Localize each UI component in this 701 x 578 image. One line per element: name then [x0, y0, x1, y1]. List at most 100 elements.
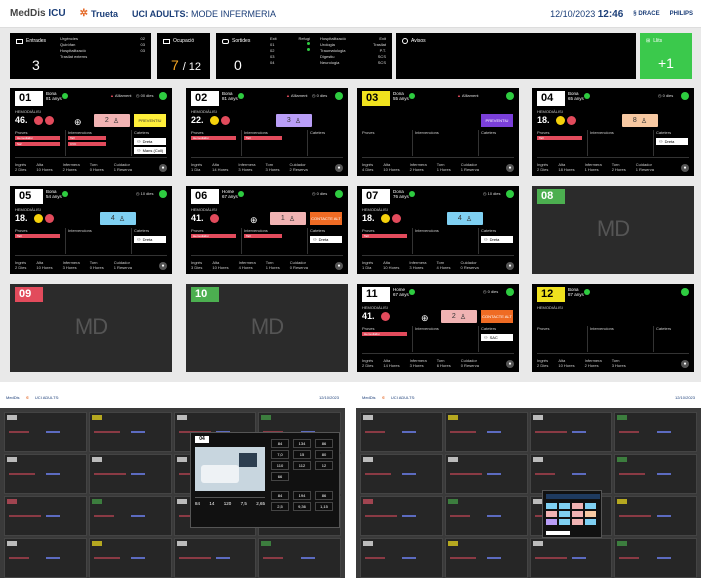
monitor-status-icon[interactable]: [681, 92, 689, 100]
profile-icon[interactable]: ●: [159, 164, 167, 172]
procedure-bar[interactable]: Tall: [68, 136, 106, 140]
footer-value: 3 Hores: [265, 167, 280, 172]
bed-card-07[interactable]: 07 Dona 76 anys ◷ 10 dies HEMODIÀLISI 18. 4 ♙ Pr…: [357, 186, 519, 274]
monitor-status-icon[interactable]: [335, 190, 343, 198]
stay-duration: ◷ 10 dies: [136, 191, 154, 196]
hemodialysis-label: HEMODIÀLISI: [191, 109, 217, 114]
summary-llits[interactable]: ⊞ Llits +1: [640, 33, 692, 79]
procedure-bar[interactable]: Tall: [362, 234, 407, 238]
patient-level-box[interactable]: 1 ♙: [270, 212, 306, 225]
procedure-bar[interactable]: Tall: [244, 234, 282, 238]
profile-icon[interactable]: ●: [335, 262, 343, 270]
catheter-box[interactable]: ⚇ SAC: [481, 334, 513, 341]
profile-icon[interactable]: ●: [506, 164, 514, 172]
vital-cell-2: 1,15: [315, 502, 333, 511]
profile-icon[interactable]: ●: [506, 262, 514, 270]
bed-card-05[interactable]: 05 Bona 54 anys ◷ 10 dies HEMODIÀLISI 18. 4 ♙ Pr…: [10, 186, 172, 274]
bed-card-09[interactable]: 09 MD: [10, 284, 172, 372]
bed-number: 04: [537, 91, 565, 106]
footer-value: 2 Dies: [15, 167, 27, 172]
care-flag[interactable]: CONTACTE ALT: [481, 310, 513, 323]
mini-bed-tile: [88, 496, 172, 536]
brand-prefix: MedDis: [10, 8, 46, 19]
bed-card-03[interactable]: 03 Dona 55 anys ▲ Aïllament PREVENTIU Proves I…: [357, 88, 519, 176]
top-bar: MedDis ICU ✲ Trueta UCI ADULTS: MODE INFE…: [0, 0, 701, 28]
procedure-bar[interactable]: Hemodiàlisi: [15, 136, 60, 140]
summary-ocupacio[interactable]: Ocupació 7 / 12: [157, 33, 210, 79]
profile-icon[interactable]: ●: [681, 164, 689, 172]
hospital-mark-icon: ✲: [79, 8, 88, 19]
summary-avisos[interactable]: Avisos: [396, 33, 636, 79]
monitor-status-icon[interactable]: [506, 190, 514, 198]
section-proves: Proves: [537, 326, 550, 331]
procedure-bar[interactable]: Hemodiàlisi: [191, 136, 236, 140]
patient-info: Bona 81 anys: [46, 91, 62, 101]
patient-level-box[interactable]: 4 ♙: [447, 212, 483, 225]
bed-footer: Ingrés 3 Dies Alta 10 Hores Infermera 4 Hores…: [191, 260, 308, 270]
catheter-icon: ⚇: [137, 148, 141, 153]
care-flag[interactable]: PREVENTIU: [134, 114, 166, 127]
profile-icon[interactable]: ●: [506, 360, 514, 368]
procedure-bar[interactable]: Saf: [15, 142, 60, 146]
procedure-bar[interactable]: Hemodiàlisi: [362, 332, 407, 336]
patient-info: Bona 65 anys: [568, 91, 584, 101]
footer-value: 14 Hores: [383, 363, 400, 368]
care-flag[interactable]: CONTACTE ALT: [310, 212, 342, 225]
stay-duration: ◷ 0 dies: [483, 289, 499, 294]
hemodialysis-label: HEMODIÀLISI: [537, 109, 563, 114]
profile-icon[interactable]: ●: [335, 164, 343, 172]
bed-card-06[interactable]: 06 Home 67 anys ◷ 0 dies HEMODIÀLISI 41. ⊕ 1 ♙ CO…: [186, 186, 348, 274]
monitor-status-icon[interactable]: [681, 288, 689, 296]
patient-level-box[interactable]: 2 ♙: [94, 114, 130, 127]
catheter-box[interactable]: ⚇ Dreta: [656, 138, 688, 145]
bed-card-04[interactable]: 04 Bona 65 anys ◷ 0 dies HEMODIÀLISI 18. 8 ♙ Pro…: [532, 88, 694, 176]
vital-cell: 12: [315, 461, 333, 470]
bed-card-12[interactable]: 12 Bona 87 anys HEMODIÀLISI Proves Intervenci…: [532, 284, 694, 372]
monitor-status-icon[interactable]: [335, 92, 343, 100]
profile-icon[interactable]: ●: [681, 360, 689, 368]
catheter-box[interactable]: ⚇ Dreta: [481, 236, 513, 243]
bed-card-10[interactable]: 10 MD: [186, 284, 348, 372]
patient-level-box[interactable]: 4 ♙: [100, 212, 136, 225]
bed-card-01[interactable]: 01 Bona 81 anys ▲ Aïllament ◷ 00 dies HEMODIÀ…: [10, 88, 172, 176]
bed-card-02[interactable]: 02 Bona 81 anys ▲ Aïllament ◷ 0 dies HEMODIÀL…: [186, 88, 348, 176]
popup-value: 14: [209, 501, 215, 506]
title-mode[interactable]: MODE INFERMERIA: [191, 9, 276, 19]
summary-sortides[interactable]: Sortides 0 Exit Refugi 01 02 03 04 Hospit…: [216, 33, 392, 79]
patient-level-box[interactable]: 3 ♙: [276, 114, 312, 127]
footer-value: 2 Dies: [537, 167, 549, 172]
footer-value: 6 Hores: [436, 363, 451, 368]
section-cateters: Cateters: [656, 130, 672, 135]
procedure-bar[interactable]: Tall: [15, 234, 60, 238]
catheter-box[interactable]: ⚇ Dreta: [134, 236, 166, 243]
footer-value: 2 Hores: [62, 167, 77, 172]
footer-value: 2 Dies: [362, 363, 374, 368]
catheter-box[interactable]: ⚇ Dreta: [134, 138, 166, 145]
monitor-status-icon[interactable]: [159, 92, 167, 100]
bed-card-08[interactable]: 08 MD: [532, 186, 694, 274]
quick-menu-grid[interactable]: [546, 503, 596, 525]
sponsor-1: DRACE: [638, 11, 660, 17]
section-cateters: Cateters: [656, 326, 672, 331]
summary-entrades[interactable]: Entrades 3 Urgències 02 Quiròfan 03 Hospit…: [10, 33, 151, 79]
catheter-box-2[interactable]: ⚇ Mans (Coll): [134, 147, 166, 154]
datetime: 12/10/2023 12:46: [550, 9, 623, 20]
procedure-bar[interactable]: Tall: [537, 136, 582, 140]
monitor-status-icon[interactable]: [506, 288, 514, 296]
procedure-bar[interactable]: Tall: [244, 136, 282, 140]
procedure-bar[interactable]: CVC: [68, 142, 106, 146]
status-dot: [409, 289, 415, 295]
quick-menu-popup[interactable]: [542, 490, 602, 538]
bed-detail-popup[interactable]: 04 84 134 86 7,0 15 80 110 112 12 66 84 194 86 2,5 9,3…: [190, 432, 340, 528]
monitor-status-icon[interactable]: [506, 92, 514, 100]
observation-eye-icon: ⊕: [421, 313, 429, 323]
care-flag[interactable]: PREVENTIU: [481, 114, 513, 127]
bed-card-11[interactable]: 11 Home 67 anys ◷ 0 dies HEMODIÀLISI 41. ⊕ 2 ♙ CO…: [357, 284, 519, 372]
profile-icon[interactable]: ●: [159, 262, 167, 270]
monitor-status-icon[interactable]: [159, 190, 167, 198]
alert-dot-red: [221, 116, 230, 125]
catheter-box[interactable]: ⚇ Dreta: [310, 236, 342, 243]
patient-level-box[interactable]: 2 ♙: [441, 310, 477, 323]
procedure-bar[interactable]: Hemodiàlisi: [191, 234, 236, 238]
patient-level-box[interactable]: 8 ♙: [622, 114, 658, 127]
